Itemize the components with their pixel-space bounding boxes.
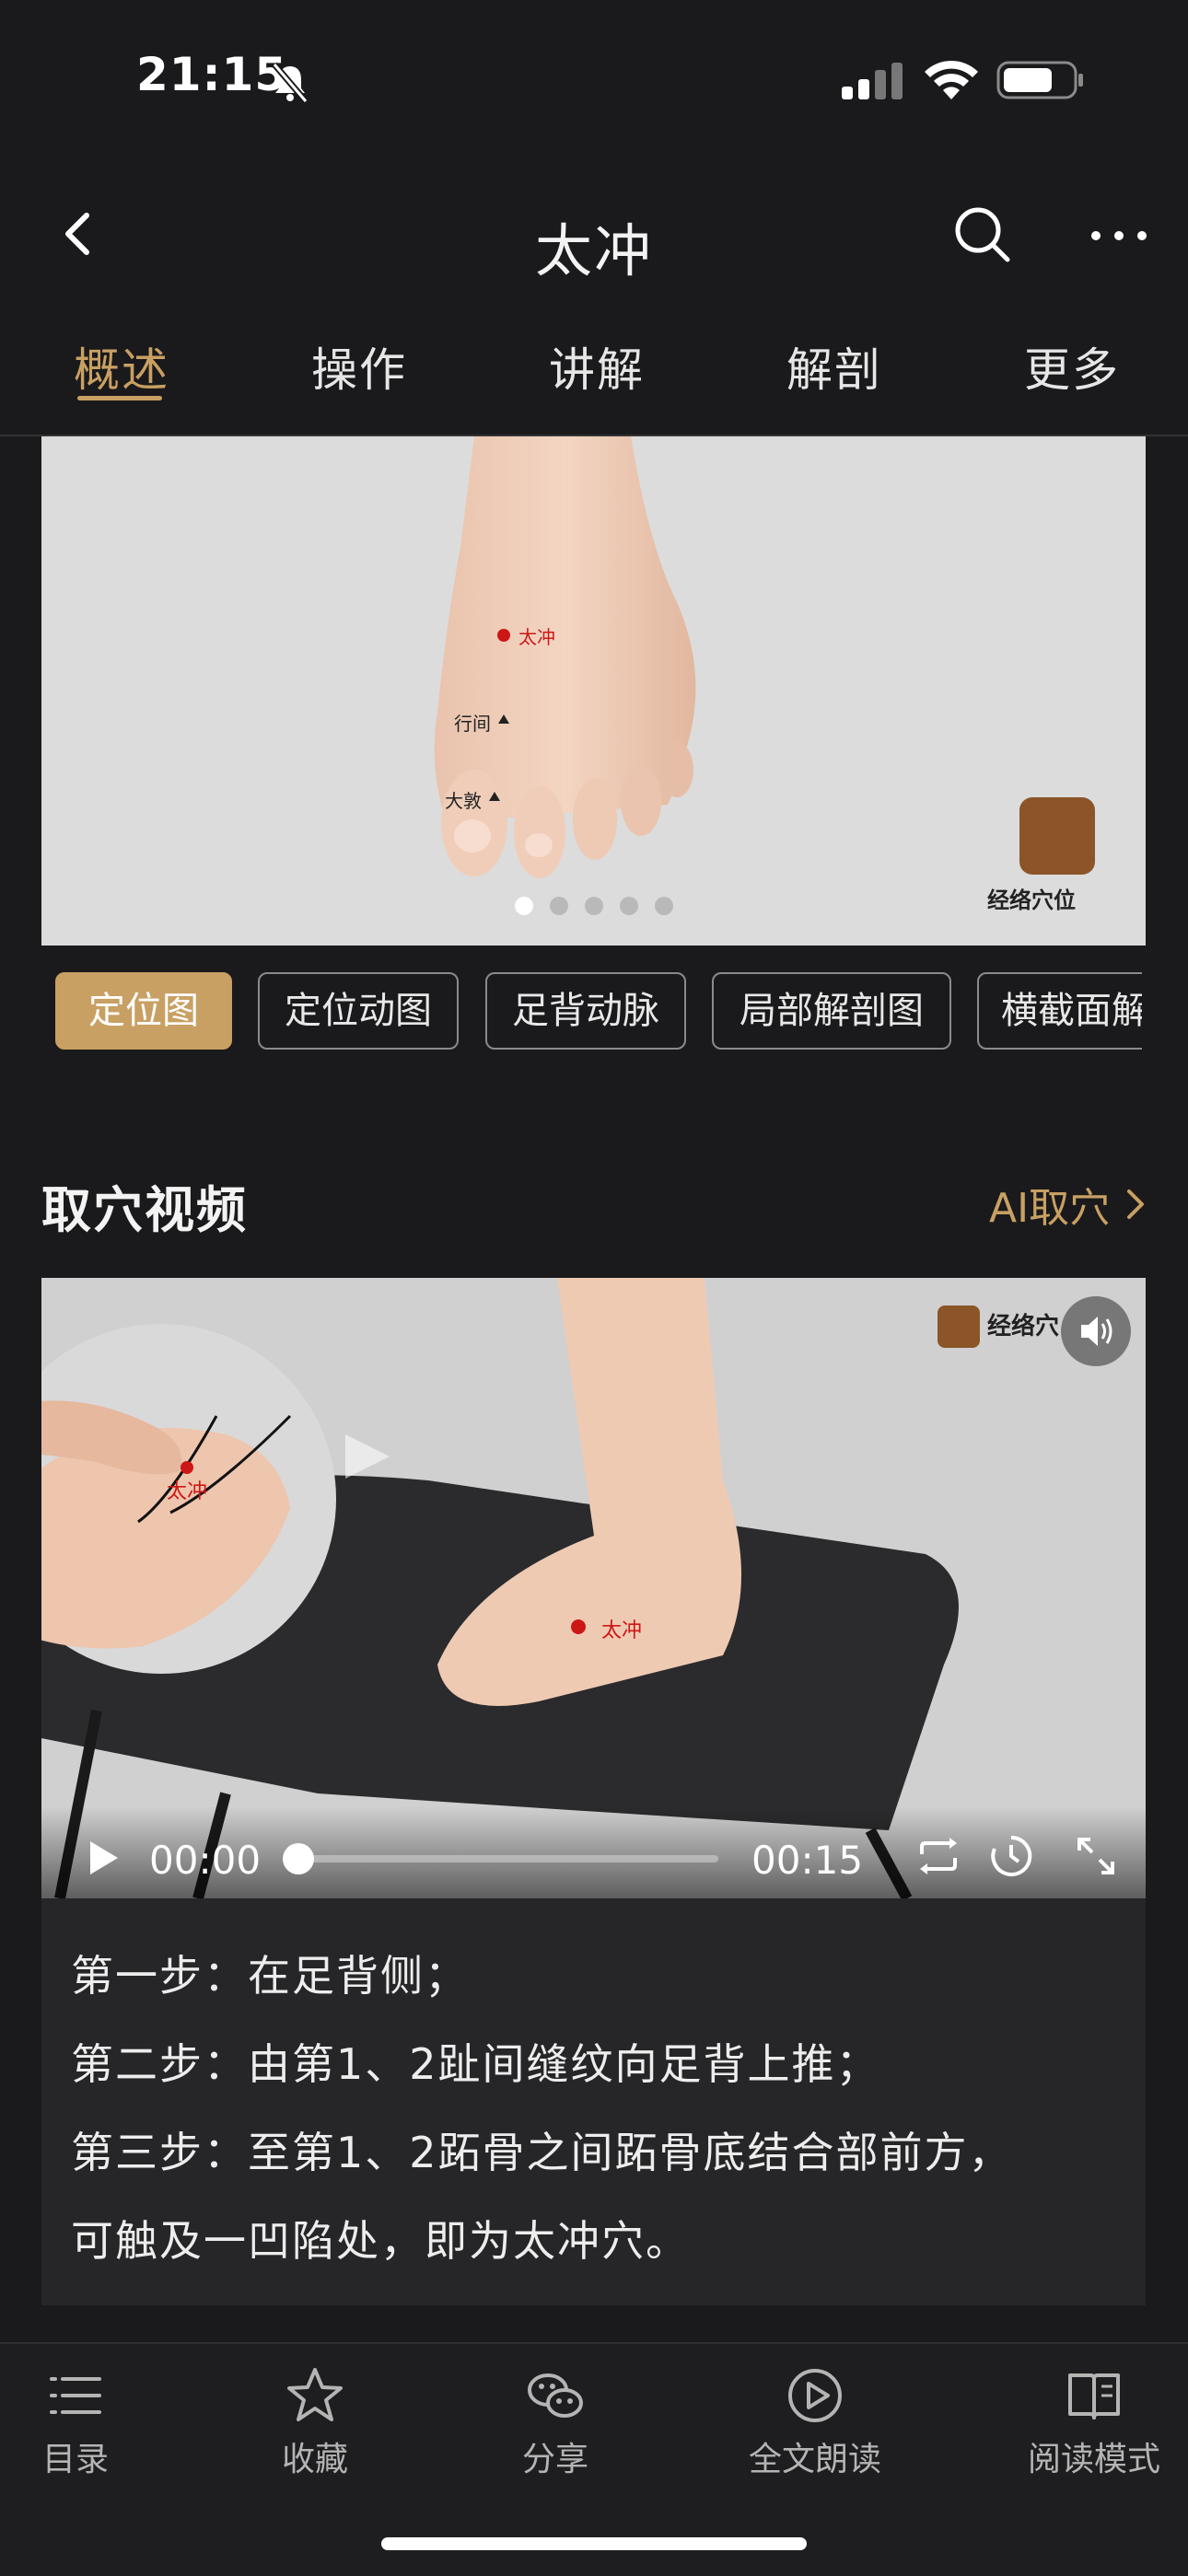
step-text: 第一步：在足背侧；	[71, 1951, 469, 2001]
toolbar-share[interactable]: 分享	[454, 2364, 657, 2480]
toolbar-favorite[interactable]: 收藏	[214, 2364, 416, 2480]
chip-scroll-edge	[1142, 967, 1188, 1055]
step-text: 可触及一凹陷处，即为太冲穴。	[71, 2216, 690, 2266]
fullscreen-icon[interactable]	[1074, 1834, 1118, 1878]
tab-overview[interactable]: 概述	[74, 333, 169, 400]
acupoint-image-carousel[interactable]: 太冲 行间 大敦 经络穴位	[41, 436, 1146, 946]
toolbar-label: 阅读模式	[1027, 2441, 1160, 2478]
point-label-xingjian: 行间	[454, 713, 491, 735]
toolbar-reading-mode[interactable]: 阅读模式	[993, 2364, 1188, 2480]
step-text: 第三步：至第1、2跖骨之间跖骨底结合部前方，	[71, 2128, 1013, 2177]
toolbar-label: 全文朗读	[748, 2441, 881, 2478]
bell-muted-icon	[272, 62, 309, 103]
tab-more[interactable]: 更多	[1024, 333, 1120, 400]
chip-location-animation[interactable]: 定位动图	[258, 972, 459, 1050]
point-label-dadun: 大敦	[445, 790, 482, 812]
foot-illustration	[434, 436, 696, 878]
brand-logo	[1019, 797, 1095, 875]
tab-active-indicator	[77, 396, 162, 400]
video-brand-logo	[938, 1305, 980, 1348]
toolbar-label: 分享	[521, 2441, 588, 2478]
current-time: 00:00	[149, 1838, 262, 1883]
play-icon[interactable]	[85, 1838, 122, 1878]
toolbar-catalog[interactable]: 目录	[0, 2364, 177, 2480]
cellular-signal-icon	[842, 63, 903, 99]
page-dot[interactable]	[584, 897, 603, 915]
progress-track[interactable]	[297, 1855, 718, 1862]
volume-button[interactable]	[1061, 1296, 1131, 1366]
search-icon[interactable]	[952, 204, 1011, 265]
toolbar-label: 收藏	[281, 2441, 348, 2478]
home-indicator[interactable]	[381, 2537, 807, 2550]
star-icon	[287, 2368, 343, 2421]
progress-thumb[interactable]	[283, 1843, 314, 1874]
more-icon[interactable]	[1089, 226, 1149, 245]
page-dot[interactable]	[549, 897, 568, 915]
section-title: 取穴视频	[41, 1181, 248, 1239]
play-circle-icon	[788, 2369, 842, 2422]
speaker-icon	[1081, 1317, 1112, 1346]
video-point-label: 太冲	[601, 1619, 643, 1642]
step-text: 第二步：由第1、2趾间缝纹向足背上推；	[71, 2039, 880, 2089]
point-label-taichong: 太冲	[518, 626, 555, 648]
video-player[interactable]: 太冲 太冲	[41, 1278, 1146, 1898]
wifi-icon	[925, 60, 978, 99]
duration: 00:15	[751, 1838, 864, 1883]
tab-bar: 概述 操作 讲解 解剖 更多	[0, 333, 1188, 435]
toolbar-label: 目录	[41, 2441, 109, 2478]
toolbar-read-aloud[interactable]: 全文朗读	[714, 2364, 916, 2480]
loop-icon[interactable]	[914, 1834, 962, 1878]
chevron-right-icon[interactable]	[1125, 1188, 1146, 1221]
tab-operation[interactable]: 操作	[311, 333, 407, 400]
chip-dorsalis-pedis-artery[interactable]: 足背动脉	[485, 972, 686, 1050]
page-dot[interactable]	[514, 897, 533, 915]
timer-icon[interactable]	[989, 1834, 1033, 1878]
steps-panel: 第一步：在足背侧； 第二步：由第1、2趾间缝纹向足背上推； 第三步：至第1、2跖…	[41, 1898, 1146, 2305]
video-point-label-inset: 太冲	[167, 1480, 208, 1503]
tab-explanation[interactable]: 讲解	[549, 333, 645, 400]
wechat-icon	[528, 2373, 583, 2418]
book-icon	[1068, 2373, 1120, 2419]
status-time: 21:15	[136, 48, 288, 101]
ai-locate-link[interactable]: AI取穴	[989, 1175, 1110, 1234]
page-dot[interactable]	[654, 897, 673, 915]
tab-anatomy[interactable]: 解剖	[786, 333, 882, 400]
chip-local-anatomy[interactable]: 局部解剖图	[712, 972, 951, 1050]
carousel-page-indicator	[41, 897, 1146, 919]
list-icon	[50, 2377, 101, 2414]
video-frame	[41, 1278, 1146, 1898]
chip-location-map[interactable]: 定位图	[55, 972, 232, 1050]
video-brand-name: 经络穴	[987, 1313, 1060, 1340]
battery-icon	[996, 61, 1083, 99]
page-dot[interactable]	[619, 897, 638, 915]
